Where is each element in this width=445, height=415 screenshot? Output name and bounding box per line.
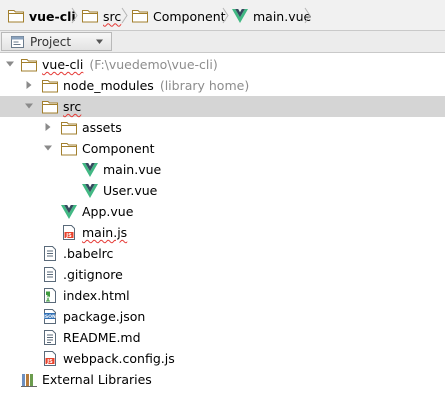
tree-row-assets[interactable]: assets xyxy=(0,117,445,138)
tree-row-main-vue[interactable]: main.vue xyxy=(0,159,445,180)
tree-row-vue-cli[interactable]: vue-cli (F:\vuedemo\vue-cli) xyxy=(0,54,445,75)
tree-row-package-json[interactable]: package.json xyxy=(0,306,445,327)
expand-arrow-down-icon[interactable] xyxy=(5,59,15,69)
folder-icon xyxy=(61,142,77,156)
breadcrumb-label: vue-cli xyxy=(29,8,76,24)
breadcrumb-label: src xyxy=(103,8,122,24)
tree-row-readme[interactable]: README.md xyxy=(0,327,445,348)
expand-arrow-down-icon[interactable] xyxy=(43,143,53,153)
tree-item-path-hint: (F:\vuedemo\vue-cli) xyxy=(89,57,218,72)
tree-item-label: package.json xyxy=(63,309,146,324)
breadcrumb-label: main.vue xyxy=(253,8,312,24)
tree-item-label: App.vue xyxy=(82,204,134,219)
tree-item-label: main.vue xyxy=(103,162,162,177)
tree-item-label: .babelrc xyxy=(63,246,114,261)
tree-item-label: Component xyxy=(82,141,155,156)
text-file-icon xyxy=(44,267,56,282)
folder-icon xyxy=(42,79,58,93)
html-file-icon xyxy=(44,288,56,303)
chevron-right-icon xyxy=(71,7,78,24)
tree-item-label: main.js xyxy=(82,225,128,240)
breadcrumb-item-component[interactable]: Component xyxy=(132,7,226,25)
tree-item-label: .gitignore xyxy=(63,267,123,282)
tree-row-external-libraries[interactable]: External Libraries xyxy=(0,369,445,390)
chevron-down-icon xyxy=(96,39,103,44)
tree-item-label: src xyxy=(63,99,82,114)
tree-row-user-vue[interactable]: User.vue xyxy=(0,180,445,201)
project-icon xyxy=(11,35,24,48)
breadcrumb-item-src[interactable]: src xyxy=(82,7,121,25)
vue-file-icon xyxy=(232,9,248,23)
library-icon xyxy=(21,373,37,387)
vue-file-icon xyxy=(82,184,98,198)
folder-icon xyxy=(8,9,24,23)
folder-icon xyxy=(42,100,58,114)
tool-window-header: Project xyxy=(0,31,445,53)
tree-row-src[interactable]: src xyxy=(0,96,445,117)
tree-item-label: User.vue xyxy=(103,183,158,198)
text-file-icon xyxy=(44,246,56,261)
vue-file-icon xyxy=(61,205,77,219)
tree-row-babelrc[interactable]: .babelrc xyxy=(0,243,445,264)
breadcrumb: vue-cli src Component main.vue xyxy=(0,0,445,31)
js-file-icon xyxy=(63,225,75,240)
tree-item-label: index.html xyxy=(63,288,130,303)
tree-row-main-js[interactable]: main.js xyxy=(0,222,445,243)
folder-icon xyxy=(132,9,148,23)
tree-item-label: README.md xyxy=(63,330,141,345)
tree-item-label: node_modules xyxy=(63,78,154,93)
vue-file-icon xyxy=(82,163,98,177)
expand-arrow-right-icon[interactable] xyxy=(24,80,34,90)
folder-icon xyxy=(82,9,98,23)
tree-item-label: webpack.config.js xyxy=(63,351,175,366)
tree-row-index-html[interactable]: index.html xyxy=(0,285,445,306)
breadcrumb-label: Component xyxy=(153,8,226,24)
json-file-icon xyxy=(44,309,56,324)
expand-arrow-right-icon[interactable] xyxy=(43,122,53,132)
project-view-dropdown[interactable]: Project xyxy=(1,32,112,51)
tree-item-library-hint: (library home) xyxy=(159,78,250,93)
project-tab-label: Project xyxy=(30,34,72,49)
folder-icon xyxy=(61,121,77,135)
tree-row-component[interactable]: Component xyxy=(0,138,445,159)
tree-row-webpack-config[interactable]: webpack.config.js xyxy=(0,348,445,369)
breadcrumb-item-vue-cli[interactable]: vue-cli xyxy=(8,7,76,25)
tree-item-label: External Libraries xyxy=(42,372,152,387)
markdown-file-icon xyxy=(44,330,56,345)
chevron-right-icon xyxy=(304,7,311,24)
chevron-right-icon xyxy=(121,7,128,24)
tree-item-label: vue-cli xyxy=(42,57,84,72)
tree-row-node-modules[interactable]: node_modules (library home) xyxy=(0,75,445,96)
breadcrumb-item-main-vue[interactable]: main.vue xyxy=(232,7,311,25)
tree-row-gitignore[interactable]: .gitignore xyxy=(0,264,445,285)
js-file-icon xyxy=(44,351,56,366)
tree-row-app-vue[interactable]: App.vue xyxy=(0,201,445,222)
tree-item-label: assets xyxy=(82,120,122,135)
expand-arrow-down-icon[interactable] xyxy=(24,101,34,111)
chevron-right-icon xyxy=(222,7,229,24)
folder-icon xyxy=(21,58,37,72)
